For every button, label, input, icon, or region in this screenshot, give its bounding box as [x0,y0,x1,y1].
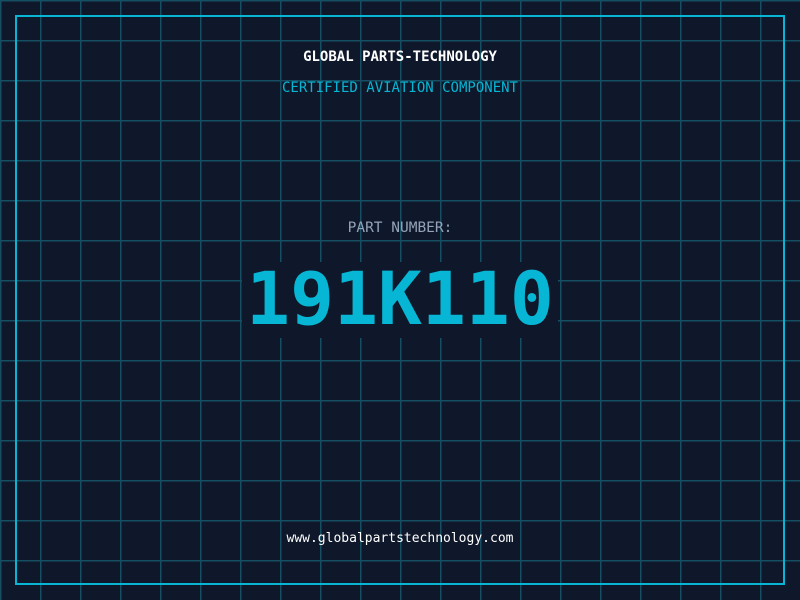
company-title: GLOBAL PARTS-TECHNOLOGY [303,49,497,65]
certification-subtitle: CERTIFIED AVIATION COMPONENT [281,80,518,96]
part-number-value: 191K110 [242,262,558,338]
part-number-container: 191K110 [0,262,800,338]
website-url: www.globalpartstechnology.com [286,531,514,546]
part-number-label: PART NUMBER: [347,220,453,236]
